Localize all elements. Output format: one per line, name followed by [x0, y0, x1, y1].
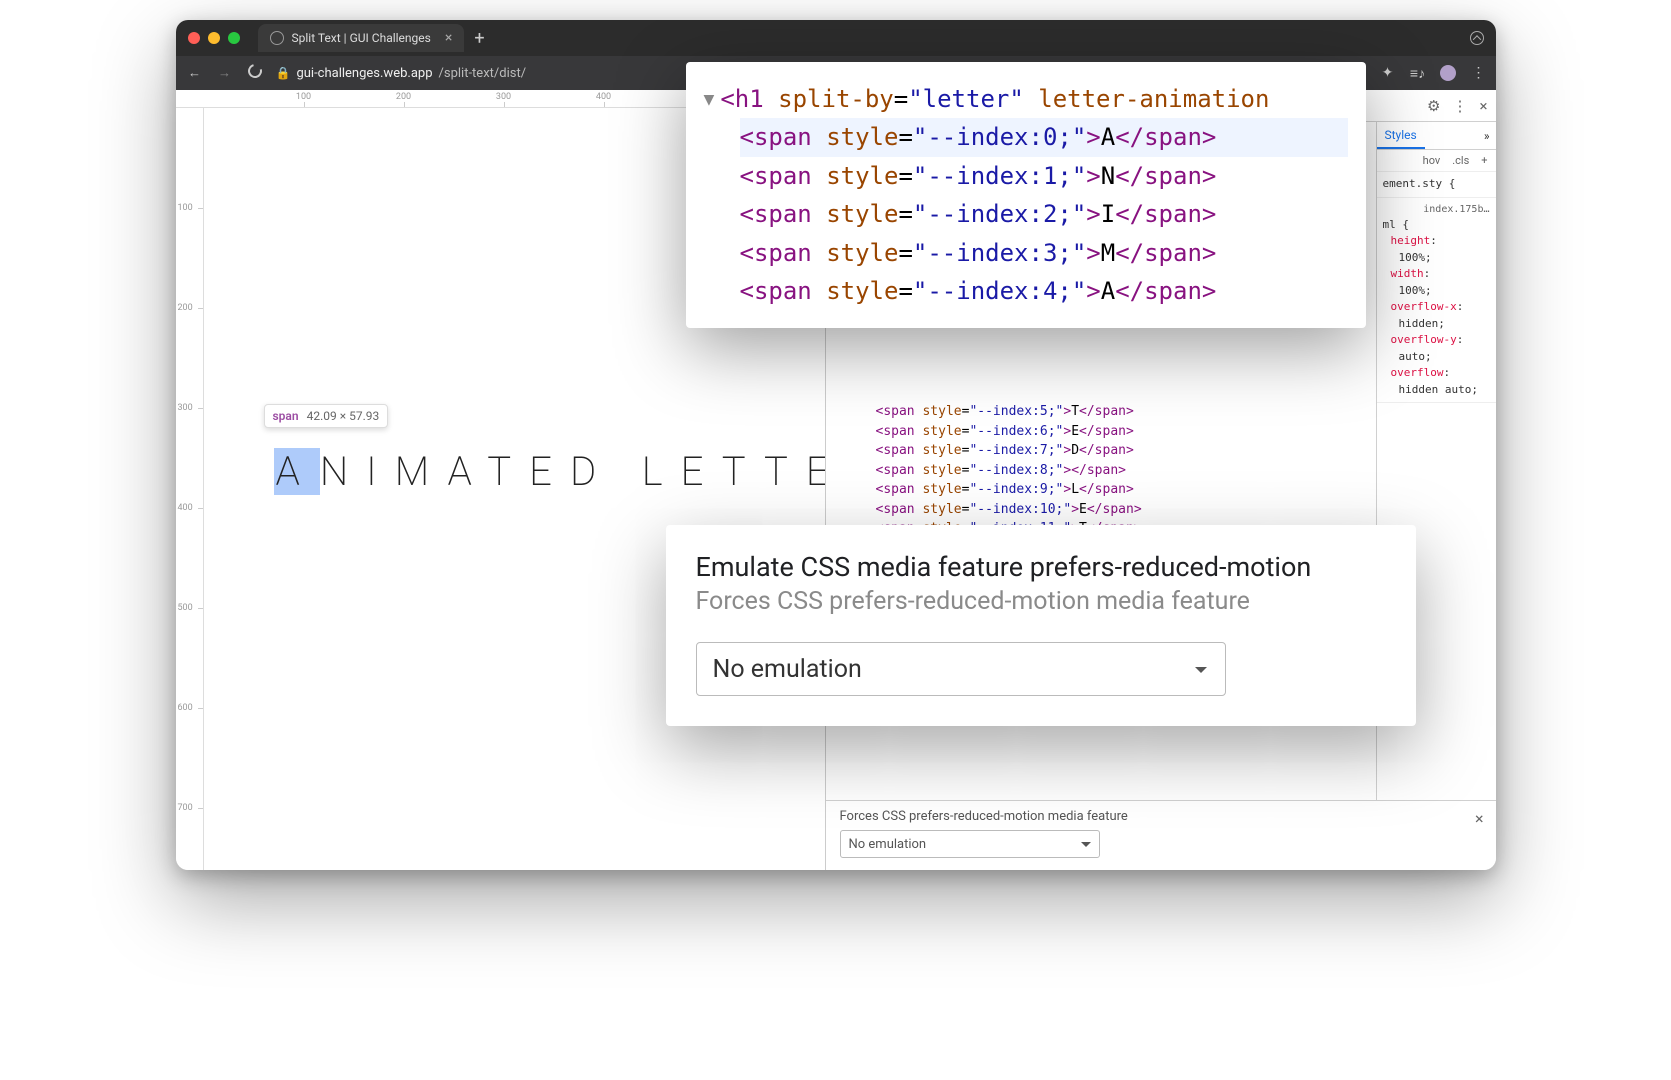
kebab-menu-icon[interactable]: ⋮	[1452, 97, 1467, 115]
styles-overflow-icon[interactable]: »	[1478, 129, 1496, 143]
tab-styles[interactable]: Styles	[1377, 123, 1425, 149]
maximize-icon[interactable]	[228, 32, 240, 44]
browser-window: Split Text | GUI Challenges × + 🔒 gui-ch…	[176, 20, 1496, 870]
drawer-label: Forces CSS prefers-reduced-motion media …	[840, 809, 1482, 824]
tooltip-tag: span	[273, 409, 299, 423]
dom-node[interactable]: <span style="--index:9;">L</span>	[876, 480, 1376, 500]
emulation-select-small[interactable]: No emulation	[840, 830, 1100, 858]
browser-tab[interactable]: Split Text | GUI Challenges ×	[258, 24, 465, 52]
lock-icon: 🔒	[276, 66, 291, 80]
dom-node[interactable]: <span style="--index:7;">D</span>	[876, 441, 1376, 461]
forward-button[interactable]	[216, 65, 234, 81]
emulation-sub: Forces CSS prefers-reduced-motion media …	[696, 587, 1386, 616]
back-button[interactable]	[186, 65, 204, 81]
settings-icon[interactable]: ⚙	[1427, 97, 1440, 115]
dom-node[interactable]: <span style="--index:6;">E</span>	[876, 422, 1376, 442]
styles-tools: hov .cls +	[1377, 150, 1496, 172]
style-rule[interactable]: ement.sty {	[1377, 172, 1496, 198]
minimize-icon[interactable]	[208, 32, 220, 44]
style-rule[interactable]: index.175b… ml { height:100%;width:100%;…	[1377, 198, 1496, 404]
css-declaration[interactable]: width:100%;	[1383, 266, 1490, 299]
emulation-title: Emulate CSS media feature prefers-reduce…	[696, 551, 1386, 583]
account-icon[interactable]	[1470, 31, 1484, 45]
favicon-icon	[270, 31, 284, 45]
tooltip-dimensions: 42.09 × 57.93	[307, 409, 380, 423]
reading-list-icon[interactable]: ≡♪	[1410, 65, 1426, 81]
titlebar: Split Text | GUI Challenges × +	[176, 20, 1496, 56]
dom-node[interactable]: <span style="--index:10;">E</span>	[876, 500, 1376, 520]
emulation-zoom-overlay: Emulate CSS media feature prefers-reduce…	[666, 525, 1416, 726]
url-path: /split-text/dist/	[439, 66, 527, 81]
menu-icon[interactable]: ⋮	[1470, 65, 1486, 81]
styles-tabs: Styles »	[1377, 122, 1496, 150]
tab-close-icon[interactable]: ×	[445, 30, 452, 46]
dom-node[interactable]: <span style="--index:5;">T</span>	[876, 402, 1376, 422]
close-icon[interactable]	[188, 32, 200, 44]
css-declaration[interactable]: overflow:hidden auto;	[1383, 365, 1490, 398]
new-tab-button[interactable]: +	[474, 28, 484, 49]
profile-avatar-icon[interactable]	[1440, 65, 1456, 81]
close-devtools-icon[interactable]: ×	[1479, 97, 1487, 115]
new-rule-button[interactable]: +	[1477, 153, 1491, 168]
element-tooltip: span 42.09 × 57.93	[264, 404, 389, 428]
animated-heading[interactable]: ANIMATED LETTERS	[274, 448, 826, 495]
emulation-select[interactable]: No emulation	[696, 642, 1226, 696]
dom-zoom-overlay: ▼<h1 split-by="letter" letter-animation<…	[686, 62, 1366, 328]
source-link[interactable]: index.175b…	[1383, 202, 1490, 217]
drawer-close-icon[interactable]: ×	[1475, 809, 1484, 828]
url-host: gui-challenges.web.app	[296, 66, 432, 81]
tab-title: Split Text | GUI Challenges	[292, 31, 431, 45]
css-declaration[interactable]: height:100%;	[1383, 233, 1490, 266]
rendering-drawer: × Forces CSS prefers-reduced-motion medi…	[826, 800, 1496, 870]
ruler-vertical: 100200300400500600700800	[176, 108, 204, 870]
tab-strip: Split Text | GUI Challenges × +	[258, 24, 1452, 52]
css-declaration[interactable]: overflow-x:hidden;	[1383, 299, 1490, 332]
hov-toggle[interactable]: hov	[1419, 153, 1445, 168]
reload-button[interactable]	[246, 64, 264, 82]
extensions-puzzle-icon[interactable]: ✦	[1380, 65, 1396, 81]
cls-toggle[interactable]: .cls	[1448, 153, 1473, 168]
dom-node[interactable]: <span style="--index:8;"></span>	[876, 461, 1376, 481]
window-controls	[188, 32, 240, 44]
css-declaration[interactable]: overflow-y:auto;	[1383, 332, 1490, 365]
